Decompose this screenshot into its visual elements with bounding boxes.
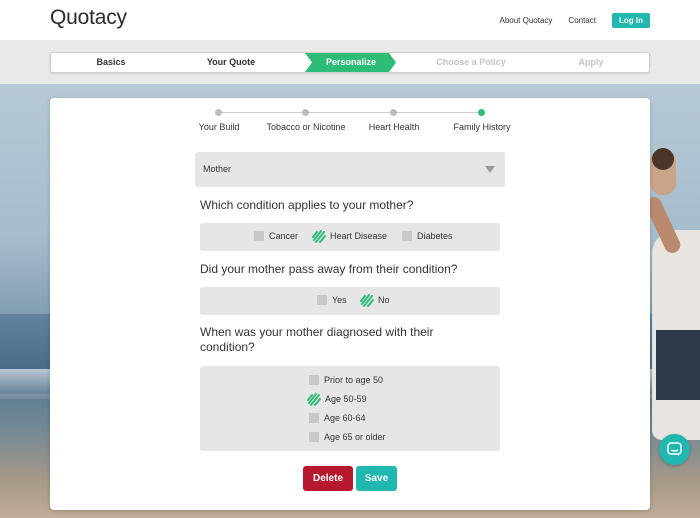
checkbox-empty-icon: [254, 231, 264, 241]
option-label: Age 65 or older: [324, 432, 386, 442]
option-yes[interactable]: Yes: [317, 295, 347, 305]
checkbox-empty-icon: [309, 432, 319, 442]
checkbox-empty-icon: [309, 413, 319, 423]
option-60-64[interactable]: Age 60-64: [309, 413, 366, 423]
option-prior-50[interactable]: Prior to age 50: [309, 375, 383, 385]
progress-label-family-history[interactable]: Family History: [453, 122, 510, 132]
checkbox-empty-icon: [402, 231, 412, 241]
option-65-older[interactable]: Age 65 or older: [309, 432, 386, 442]
checkbox-empty-icon: [317, 295, 327, 305]
caret-down-icon: [485, 166, 495, 173]
option-label: Cancer: [269, 231, 299, 241]
diagnosed-options: Prior to age 50 Age 50-59 Age 60-64 Age …: [200, 366, 500, 451]
about-link[interactable]: About Quotacy: [500, 16, 553, 25]
progress-line: [218, 112, 481, 113]
question-condition: Which condition applies to your mother?: [200, 198, 414, 212]
option-label: Yes: [332, 295, 347, 305]
checkmark-scribble-icon: [312, 229, 326, 243]
contact-link[interactable]: Contact: [568, 16, 596, 25]
relative-select[interactable]: Mother: [195, 152, 505, 187]
progress-label-your-build[interactable]: Your Build: [199, 122, 240, 132]
progress-label-tobacco[interactable]: Tobacco or Nicotine: [266, 122, 345, 132]
chat-launcher-button[interactable]: [659, 434, 690, 465]
step-your-quote[interactable]: Your Quote: [171, 53, 291, 72]
site-header: Quotacy About Quotacy Contact Log In: [0, 0, 700, 40]
quotacy-logo[interactable]: Quotacy: [50, 6, 127, 30]
step-choose-policy: Choose a Policy: [436, 57, 506, 67]
progress-label-heart-health[interactable]: Heart Health: [369, 122, 420, 132]
option-label: Heart Disease: [330, 231, 388, 241]
option-label: No: [378, 295, 390, 305]
progress-dot-heart-health[interactable]: [390, 109, 397, 116]
option-label: Prior to age 50: [324, 375, 384, 385]
option-cancer[interactable]: Cancer: [254, 231, 298, 241]
condition-options: Cancer Heart Disease Diabetes: [200, 223, 500, 251]
option-no[interactable]: No: [360, 293, 390, 307]
save-button[interactable]: Save: [356, 466, 397, 491]
question-pass-away: Did your mother pass away from their con…: [200, 262, 458, 276]
step-bar: Basics Your Quote Personalize Choose a P…: [50, 52, 650, 73]
step-apply: Apply: [578, 57, 604, 67]
progress-dot-tobacco[interactable]: [302, 109, 309, 116]
chat-bubble-icon: [667, 442, 682, 456]
checkmark-scribble-icon: [360, 293, 374, 307]
step-basics[interactable]: Basics: [51, 53, 171, 72]
option-label: Age 50-59: [325, 394, 367, 404]
person-shorts: [656, 330, 700, 400]
question-diagnosed: When was your mother diagnosed with thei…: [200, 325, 434, 354]
progress-dot-family-history[interactable]: [478, 109, 485, 116]
option-diabetes[interactable]: Diabetes: [402, 231, 453, 241]
questionnaire-card: Your Build Tobacco or Nicotine Heart Hea…: [50, 98, 650, 510]
delete-button[interactable]: Delete: [303, 466, 353, 491]
progress-dot-your-build[interactable]: [215, 109, 222, 116]
pass-away-options: Yes No: [200, 287, 500, 315]
option-label: Diabetes: [417, 231, 453, 241]
option-heart-disease[interactable]: Heart Disease: [312, 229, 387, 243]
relative-select-value: Mother: [203, 164, 232, 174]
checkmark-scribble-icon: [307, 392, 321, 406]
checkbox-empty-icon: [309, 375, 319, 385]
step-personalize[interactable]: Personalize: [309, 53, 393, 72]
child-head: [652, 148, 674, 170]
login-button[interactable]: Log In: [612, 13, 650, 28]
option-label: Age 60-64: [324, 413, 366, 423]
option-50-59[interactable]: Age 50-59: [307, 392, 367, 406]
top-nav: About Quotacy Contact Log In: [500, 13, 650, 28]
